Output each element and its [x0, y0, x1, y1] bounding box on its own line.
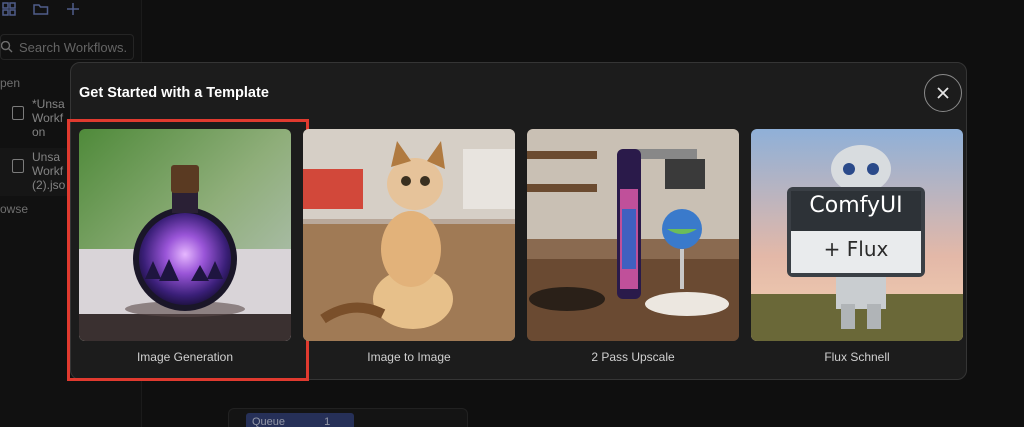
template-dialog: Get Started with a Template Image Genera… — [67, 62, 967, 381]
template-thumbnail — [527, 129, 739, 341]
template-thumbnail: ComfyUI + Flux — [751, 129, 963, 341]
template-label: Image to Image — [367, 350, 451, 364]
dialog-title: Get Started with a Template — [79, 85, 269, 101]
template-label: 2 Pass Upscale — [591, 350, 675, 364]
template-card-image-generation[interactable]: Image Generation — [67, 119, 309, 381]
close-icon — [937, 87, 949, 99]
template-label: Image Generation — [136, 350, 234, 364]
template-thumbnail — [79, 129, 291, 341]
flux-sign-line2: + Flux — [823, 237, 889, 261]
flux-sign-line1: ComfyUI — [809, 193, 903, 218]
template-card-2-pass-upscale[interactable]: 2 Pass Upscale — [527, 129, 739, 371]
template-label: Flux Schnell — [824, 350, 890, 364]
close-button[interactable] — [924, 74, 962, 112]
template-card-image-to-image[interactable]: Image to Image — [303, 129, 515, 371]
template-thumbnail — [303, 129, 515, 341]
template-card-flux-schnell[interactable]: ComfyUI + Flux Flux Schnell — [751, 129, 963, 371]
